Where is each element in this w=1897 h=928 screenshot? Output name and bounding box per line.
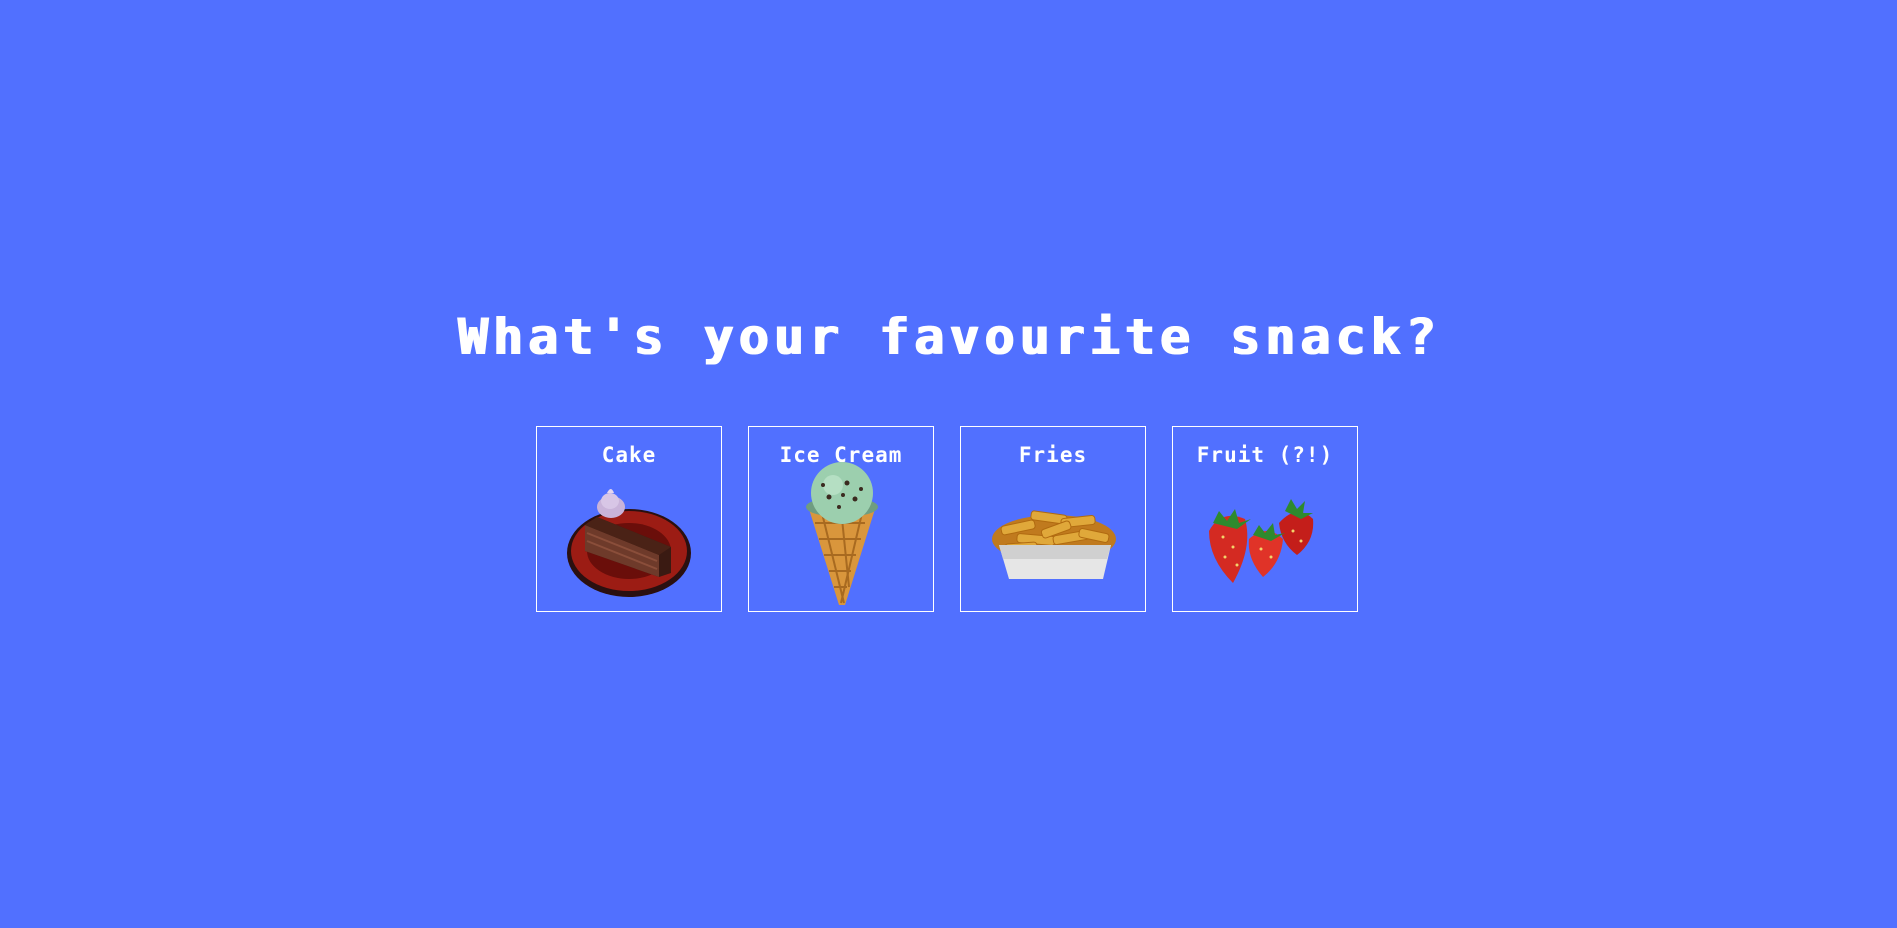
strawberries-icon [1209,499,1314,583]
option-fries[interactable]: Fries [960,426,1146,612]
option-fruit[interactable]: Fruit (?!) [1172,426,1358,612]
option-cake[interactable]: Cake [536,426,722,612]
fries-icon [992,510,1116,579]
option-ice-cream[interactable]: Ice Cream [748,426,934,612]
snack-options: Cake Ice Cream Fries Fruit (?!) [536,426,1362,614]
page: What's your favourite snack? Cake Ice Cr… [0,0,1897,928]
page-title: What's your favourite snack? [457,308,1440,366]
cake-slice-icon [567,489,691,597]
ice-cream-cone-icon [806,462,878,605]
